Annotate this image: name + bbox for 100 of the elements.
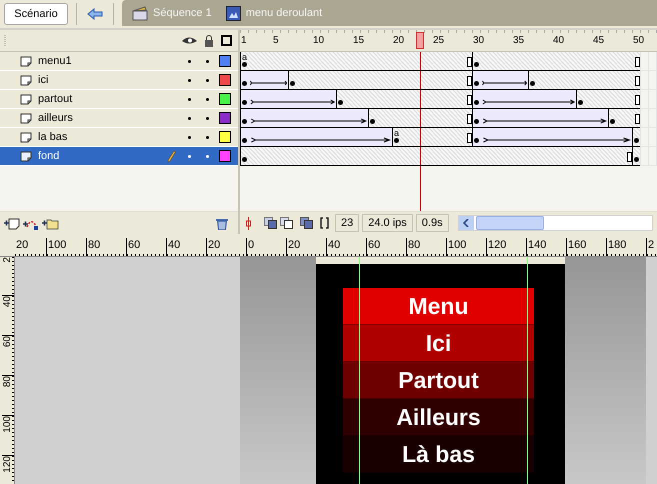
frame-cell[interactable] xyxy=(513,52,521,70)
frame-cell[interactable] xyxy=(441,71,449,89)
keyframe-cell[interactable] xyxy=(337,90,345,108)
end-frame-cell[interactable] xyxy=(465,52,472,70)
frame-cell[interactable] xyxy=(401,109,409,127)
end-frame-cell[interactable] xyxy=(625,147,632,165)
unlocked-dot[interactable] xyxy=(206,136,208,138)
frame-cell[interactable] xyxy=(441,90,449,108)
frame-cell[interactable] xyxy=(385,90,393,108)
frame-cell[interactable] xyxy=(489,147,497,165)
frame-cell[interactable] xyxy=(409,52,417,70)
frame-cell[interactable] xyxy=(625,90,633,108)
frame-cell[interactable] xyxy=(577,147,585,165)
frame-cell[interactable] xyxy=(601,90,609,108)
visible-dot[interactable] xyxy=(188,136,190,138)
folder-plus-icon[interactable] xyxy=(42,216,59,230)
keyframe-cell[interactable] xyxy=(609,109,617,127)
frame-cell[interactable] xyxy=(585,147,593,165)
frame-cell[interactable] xyxy=(553,147,561,165)
frame-cell[interactable] xyxy=(433,109,441,127)
onion-outline-icon[interactable] xyxy=(280,217,293,229)
frame-cell[interactable] xyxy=(521,147,529,165)
layer-row[interactable]: partout xyxy=(0,90,238,109)
frame-cell[interactable] xyxy=(537,71,545,89)
frame-cell[interactable] xyxy=(449,52,457,70)
layer-row[interactable]: menu1 xyxy=(0,52,238,71)
visible-dot[interactable] xyxy=(188,60,190,62)
frame-cell[interactable] xyxy=(281,52,289,70)
frame-cell[interactable] xyxy=(489,52,497,70)
frame-cell[interactable] xyxy=(409,71,417,89)
frame-cell[interactable] xyxy=(353,147,361,165)
visible-dot[interactable] xyxy=(188,78,190,82)
frame-cell[interactable] xyxy=(353,90,361,108)
frame-cell[interactable] xyxy=(417,71,425,89)
end-frame-cell[interactable] xyxy=(465,71,472,89)
frame-cell[interactable] xyxy=(505,52,513,70)
frame-cell[interactable] xyxy=(401,71,409,89)
tween-frame-cell[interactable] xyxy=(385,128,392,146)
layer-color-swatch[interactable] xyxy=(219,112,231,124)
frame-cell[interactable] xyxy=(329,71,337,89)
layer-color-swatch[interactable] xyxy=(219,93,231,105)
keyframe-cell[interactable] xyxy=(473,128,481,146)
frame-cell[interactable] xyxy=(361,52,369,70)
frame-cell[interactable] xyxy=(433,90,441,108)
frame-cell[interactable] xyxy=(313,52,321,70)
frame-cell[interactable] xyxy=(393,52,401,70)
horizontal-scrollbar[interactable] xyxy=(458,215,653,231)
frame-cell[interactable] xyxy=(369,71,377,89)
frame-cell[interactable] xyxy=(289,147,297,165)
scroll-left-button[interactable] xyxy=(458,216,474,230)
frame-cell[interactable] xyxy=(625,71,633,89)
keyframe-cell[interactable]: a xyxy=(241,52,249,70)
frame-cell[interactable] xyxy=(617,90,625,108)
keyframe-cell[interactable] xyxy=(241,90,249,108)
frame-cell[interactable] xyxy=(409,147,417,165)
frame-cell[interactable] xyxy=(609,147,617,165)
frame-cell[interactable] xyxy=(553,52,561,70)
frame-cell[interactable] xyxy=(393,90,401,108)
frame-cell[interactable] xyxy=(449,147,457,165)
frame-cell[interactable] xyxy=(441,109,449,127)
scroll-thumb[interactable] xyxy=(476,216,544,230)
back-arrow-icon[interactable] xyxy=(85,5,105,23)
frame-cell[interactable] xyxy=(337,71,345,89)
unlocked-dot[interactable] xyxy=(206,78,208,82)
visible-dot[interactable] xyxy=(188,154,190,158)
frame-cell[interactable] xyxy=(449,90,457,108)
keyframe-cell[interactable] xyxy=(241,109,249,127)
keyframe-cell[interactable] xyxy=(633,147,640,165)
layer-row[interactable]: fond xyxy=(0,147,238,166)
frame-cell[interactable] xyxy=(417,147,425,165)
frame-cell[interactable] xyxy=(369,90,377,108)
frame-cell[interactable] xyxy=(385,109,393,127)
frame-cell[interactable] xyxy=(441,128,449,146)
frame-cell[interactable] xyxy=(537,147,545,165)
frame-cell[interactable] xyxy=(569,52,577,70)
layer-color-swatch[interactable] xyxy=(219,74,231,86)
frame-cell[interactable] xyxy=(577,71,585,89)
keyframe-cell[interactable] xyxy=(473,52,481,70)
frame-cell[interactable] xyxy=(249,52,257,70)
frame-cell[interactable] xyxy=(457,128,465,146)
frame-cell[interactable] xyxy=(321,52,329,70)
frame-cell[interactable] xyxy=(561,52,569,70)
frame-cell[interactable] xyxy=(465,147,473,165)
frame-cell[interactable] xyxy=(337,52,345,70)
frame-cell[interactable] xyxy=(353,52,361,70)
frame-cell[interactable] xyxy=(457,90,465,108)
frame-cell[interactable] xyxy=(257,52,265,70)
frame-cell[interactable] xyxy=(345,147,353,165)
frame-cell[interactable] xyxy=(433,52,441,70)
frame-cell[interactable] xyxy=(345,90,353,108)
frame-cell[interactable] xyxy=(273,52,281,70)
eye-icon[interactable] xyxy=(182,36,197,45)
frame-cell[interactable] xyxy=(393,71,401,89)
frame-cell[interactable] xyxy=(377,147,385,165)
frame-cell[interactable] xyxy=(545,147,553,165)
tween-frame-cell[interactable] xyxy=(281,71,288,89)
frame-cell[interactable] xyxy=(297,52,305,70)
frame-cell[interactable] xyxy=(417,90,425,108)
frame-cell[interactable] xyxy=(585,71,593,89)
frame-cell[interactable] xyxy=(521,52,529,70)
